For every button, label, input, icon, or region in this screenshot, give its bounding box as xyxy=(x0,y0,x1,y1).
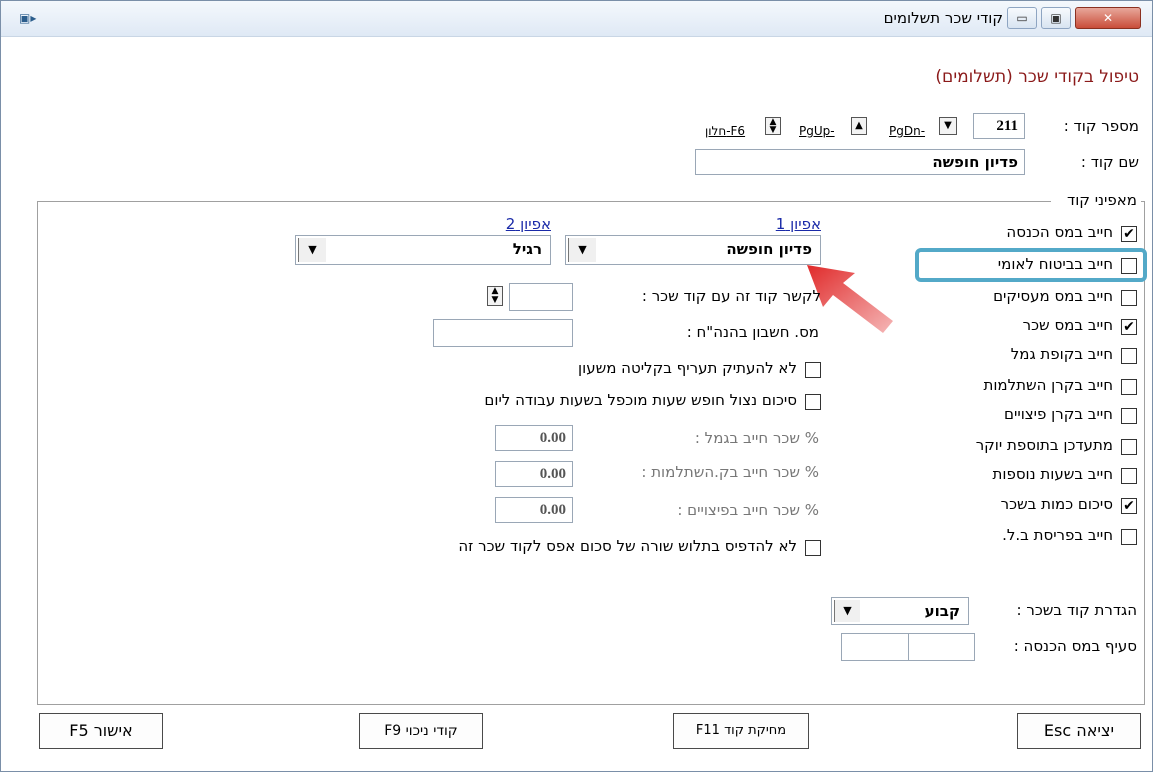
list-item-label: סיכום כמות בשכר xyxy=(1000,495,1113,513)
list-item-label: חייב בקופת גמל xyxy=(1010,345,1113,363)
list-item-checkbox[interactable] xyxy=(1121,468,1137,484)
feature2-dropdown-button[interactable]: ▼ xyxy=(298,238,326,262)
list-item-checkbox[interactable]: ✔ xyxy=(1121,498,1137,514)
no-print-zero-checkbox[interactable] xyxy=(805,540,821,556)
link-code-input[interactable] xyxy=(509,283,573,311)
spin-updown-icon: ▲ ▼ xyxy=(769,117,777,135)
feature1-value: פדיון חופשה xyxy=(726,240,812,258)
definition-value: קבוע xyxy=(924,602,960,620)
feature1-dropdown-button[interactable]: ▼ xyxy=(568,238,596,262)
minimize-icon: ▭ xyxy=(1016,11,1028,25)
list-item-checkbox[interactable] xyxy=(1121,379,1137,395)
list-item-checkbox[interactable] xyxy=(1121,529,1137,545)
pct-hishtalmut-input[interactable]: 0.00 xyxy=(495,461,573,487)
window-title: קודי שכר תשלומים xyxy=(883,9,1003,27)
window-spin-button[interactable]: ▲ ▼ xyxy=(765,117,781,135)
feature1-label: אפיון 1 xyxy=(775,215,821,233)
code-name-label: שם קוד : xyxy=(1080,153,1139,171)
confirm-button[interactable]: אישור F5 xyxy=(39,713,163,749)
tax-section-label: סעיף במס הכנסה : xyxy=(1013,637,1137,655)
pgup-button[interactable]: ▲ xyxy=(851,117,867,135)
list-item[interactable]: חייב בקופת גמל xyxy=(881,345,1137,367)
exit-button[interactable]: יציאה Esc xyxy=(1017,713,1141,749)
window-f6-link[interactable]: חלון-F6 xyxy=(705,124,745,138)
chevron-down-icon: ▼ xyxy=(944,120,952,131)
tax-section-input-a[interactable] xyxy=(907,633,975,661)
maximize-button[interactable]: ▣ xyxy=(1041,7,1071,29)
definition-select[interactable]: ▼ קבוע xyxy=(831,597,969,625)
spin-updown-icon: ▲ ▼ xyxy=(491,286,499,305)
definition-label: הגדרת קוד בשכר : xyxy=(1016,601,1137,619)
list-item-label: חייב בפריסת ב.ל. xyxy=(1002,526,1113,544)
list-item-checkbox[interactable]: ✔ xyxy=(1121,319,1137,335)
list-item-label: חייב במס שכר xyxy=(1022,316,1113,334)
list-item-checkbox[interactable]: ✔ xyxy=(1121,226,1137,242)
characteristics-legend: מאפיני קוד xyxy=(1051,191,1141,209)
no-print-zero-option[interactable]: לא להדפיס בתלוש שורה של סכום אפס לקוד שכ… xyxy=(301,537,821,559)
minimize-button[interactable]: ▭ xyxy=(1007,7,1037,29)
feature2-value: רגיל xyxy=(512,240,542,258)
list-item-checkbox[interactable] xyxy=(1121,348,1137,364)
pct-pitzuim-input[interactable]: 0.00 xyxy=(495,497,573,523)
list-item[interactable]: חייב במס הכנסה ✔ xyxy=(881,223,1137,245)
list-item[interactable]: חייב במס שכר ✔ xyxy=(881,316,1137,338)
no-copy-rate-option[interactable]: לא להעתיק תעריף בקליטה משעון xyxy=(451,359,821,381)
list-item-label: חייב במס מעסיקים xyxy=(993,287,1113,305)
feature2-select[interactable]: ▼ רגיל xyxy=(295,235,551,265)
title-bar: ▣▸ קודי שכר תשלומים ▭ ▣ ✕ xyxy=(1,1,1152,37)
feature2-label: אפיון 2 xyxy=(505,215,551,233)
no-print-zero-label: לא להדפיס בתלוש שורה של סכום אפס לקוד שכ… xyxy=(458,537,797,555)
account-input[interactable] xyxy=(433,319,573,347)
code-name-input[interactable]: פדיון חופשה xyxy=(695,149,1025,175)
pct-gemel-input[interactable]: 0.00 xyxy=(495,425,573,451)
delete-code-button[interactable]: מחיקת קוד F11 xyxy=(673,713,809,749)
close-icon: ✕ xyxy=(1102,11,1114,25)
pgdn-button[interactable]: ▼ xyxy=(939,117,957,135)
maximize-icon: ▣ xyxy=(1050,11,1062,25)
list-item-label: חייב בשעות נוספות xyxy=(992,465,1114,483)
list-item-label: מתעדכן בתוספת יוקר xyxy=(975,436,1113,454)
vacation-sum-label: סיכום נצול חופש שעות מוכפל בשעות עבודה ל… xyxy=(484,391,797,409)
list-item-checkbox[interactable] xyxy=(1121,290,1137,306)
list-item[interactable]: מתעדכן בתוספת יוקר xyxy=(881,436,1137,458)
list-item[interactable]: חייב בקרן השתלמות xyxy=(881,376,1137,398)
close-button[interactable]: ✕ xyxy=(1075,7,1141,29)
page-title: טיפול בקודי שכר (תשלומים) xyxy=(935,67,1139,87)
deduction-codes-button[interactable]: קודי ניכוי F9 xyxy=(359,713,483,749)
chevron-down-icon: ▼ xyxy=(843,604,852,617)
feature1-select[interactable]: ▼ פדיון חופשה xyxy=(565,235,821,265)
no-copy-rate-checkbox[interactable] xyxy=(805,362,821,378)
pct-hishtalmut-label: % שכר חייב בק.השתלמות : xyxy=(641,463,819,481)
pgdn-link[interactable]: PgDn- xyxy=(889,124,925,138)
app-icon[interactable]: ▣▸ xyxy=(19,11,36,25)
code-number-label: מספר קוד : xyxy=(1063,117,1139,135)
pgup-link[interactable]: PgUp- xyxy=(799,124,835,138)
code-number-input[interactable]: 211 xyxy=(973,113,1025,139)
chevron-down-icon: ▼ xyxy=(308,243,317,256)
link-code-spin[interactable]: ▲ ▼ xyxy=(487,286,503,306)
no-copy-rate-label: לא להעתיק תעריף בקליטה משעון xyxy=(578,359,797,377)
account-label: מס. חשבון בהנה"ח : xyxy=(686,323,819,341)
pct-pitzuim-label: % שכר חייב בפיצויים : xyxy=(677,501,819,519)
list-item-checkbox[interactable] xyxy=(1121,408,1137,424)
list-item[interactable]: חייב בקרן פיצויים xyxy=(881,405,1137,427)
definition-dropdown-button[interactable]: ▼ xyxy=(834,600,860,622)
main-window: ▣▸ קודי שכר תשלומים ▭ ▣ ✕ טיפול בקודי שכ… xyxy=(0,0,1153,772)
list-item[interactable]: סיכום כמות בשכר ✔ xyxy=(881,495,1137,517)
chevron-up-icon: ▲ xyxy=(855,120,863,131)
list-item-label: חייב בקרן פיצויים xyxy=(1004,405,1113,423)
chevron-down-icon: ▼ xyxy=(578,243,587,256)
list-item-label: חייב בקרן השתלמות xyxy=(983,376,1113,394)
pct-gemel-label: % שכר חייב בגמל : xyxy=(694,429,819,447)
link-code-label: לקשר קוד זה עם קוד שכר : xyxy=(641,287,821,305)
list-item[interactable]: חייב בשעות נוספות xyxy=(881,465,1137,487)
list-item[interactable]: חייב במס מעסיקים xyxy=(881,287,1137,309)
tax-section-input-b[interactable] xyxy=(841,633,909,661)
list-item[interactable]: חייב בפריסת ב.ל. xyxy=(881,526,1137,548)
highlight-frame xyxy=(915,248,1147,282)
vacation-sum-option[interactable]: סיכום נצול חופש שעות מוכפל בשעות עבודה ל… xyxy=(331,391,821,413)
list-item-label: חייב במס הכנסה xyxy=(1006,223,1113,241)
list-item-checkbox[interactable] xyxy=(1121,439,1137,455)
vacation-sum-checkbox[interactable] xyxy=(805,394,821,410)
